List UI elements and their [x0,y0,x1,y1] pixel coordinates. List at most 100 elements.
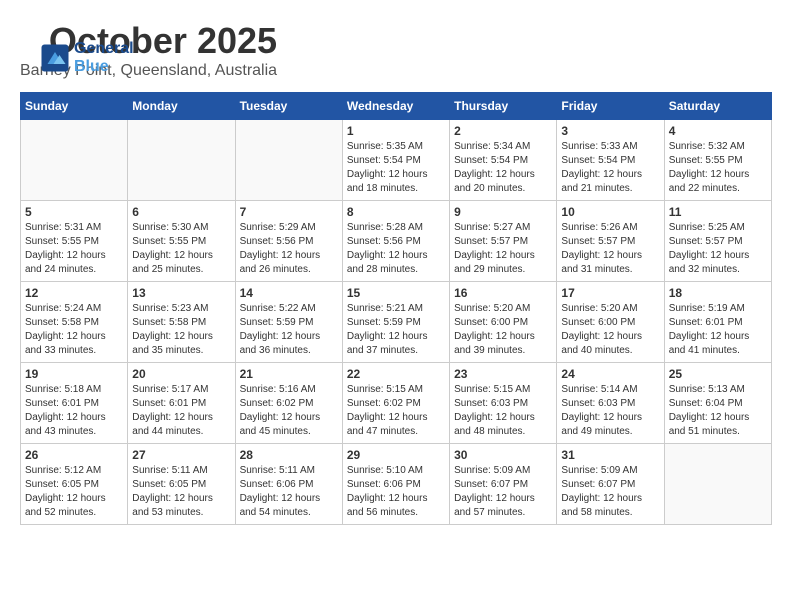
day-info: Sunrise: 5:26 AM Sunset: 5:57 PM Dayligh… [561,221,659,277]
day-info: Sunrise: 5:19 AM Sunset: 6:01 PM Dayligh… [669,302,767,358]
day-number: 25 [669,367,767,381]
calendar-cell: 9 Sunrise: 5:27 AM Sunset: 5:57 PM Daylig… [450,201,557,282]
day-info: Sunrise: 5:16 AM Sunset: 6:02 PM Dayligh… [240,383,338,439]
day-number: 14 [240,286,338,300]
day-number: 1 [347,124,445,138]
day-number: 30 [454,448,552,462]
logo: General Blue [40,40,134,76]
calendar-cell [664,444,771,525]
day-info: Sunrise: 5:18 AM Sunset: 6:01 PM Dayligh… [25,383,123,439]
calendar-cell: 1 Sunrise: 5:35 AM Sunset: 5:54 PM Daylig… [342,120,449,201]
day-info: Sunrise: 5:22 AM Sunset: 5:59 PM Dayligh… [240,302,338,358]
day-info: Sunrise: 5:35 AM Sunset: 5:54 PM Dayligh… [347,140,445,196]
day-number: 9 [454,205,552,219]
calendar-cell: 8 Sunrise: 5:28 AM Sunset: 5:56 PM Daylig… [342,201,449,282]
day-number: 6 [132,205,230,219]
calendar-cell: 18 Sunrise: 5:19 AM Sunset: 6:01 PM Dayli… [664,282,771,363]
day-info: Sunrise: 5:11 AM Sunset: 6:05 PM Dayligh… [132,464,230,520]
calendar-cell: 20 Sunrise: 5:17 AM Sunset: 6:01 PM Dayli… [128,363,235,444]
calendar-cell: 4 Sunrise: 5:32 AM Sunset: 5:55 PM Daylig… [664,120,771,201]
day-number: 27 [132,448,230,462]
calendar-cell: 10 Sunrise: 5:26 AM Sunset: 5:57 PM Dayli… [557,201,664,282]
day-info: Sunrise: 5:24 AM Sunset: 5:58 PM Dayligh… [25,302,123,358]
day-number: 16 [454,286,552,300]
calendar-cell: 28 Sunrise: 5:11 AM Sunset: 6:06 PM Dayli… [235,444,342,525]
day-info: Sunrise: 5:12 AM Sunset: 6:05 PM Dayligh… [25,464,123,520]
calendar-cell: 7Sunrise: 5:29 AM Sunset: 5:56 PM Daylig… [235,201,342,282]
calendar-cell: 15Sunrise: 5:21 AM Sunset: 5:59 PM Dayli… [342,282,449,363]
day-info: Sunrise: 5:23 AM Sunset: 5:58 PM Dayligh… [132,302,230,358]
calendar-cell: 5 Sunrise: 5:31 AM Sunset: 5:55 PM Daylig… [21,201,128,282]
calendar-cell: 27 Sunrise: 5:11 AM Sunset: 6:05 PM Dayli… [128,444,235,525]
day-number: 8 [347,205,445,219]
day-info: Sunrise: 5:17 AM Sunset: 6:01 PM Dayligh… [132,383,230,439]
weekday-header-monday: Monday [128,93,235,120]
calendar-cell: 3Sunrise: 5:33 AM Sunset: 5:54 PM Daylig… [557,120,664,201]
calendar-cell: 6Sunrise: 5:30 AM Sunset: 5:55 PM Daylig… [128,201,235,282]
day-info: Sunrise: 5:31 AM Sunset: 5:55 PM Dayligh… [25,221,123,277]
day-info: Sunrise: 5:14 AM Sunset: 6:03 PM Dayligh… [561,383,659,439]
calendar-cell: 17 Sunrise: 5:20 AM Sunset: 6:00 PM Dayli… [557,282,664,363]
calendar-cell: 2 Sunrise: 5:34 AM Sunset: 5:54 PM Daylig… [450,120,557,201]
day-info: Sunrise: 5:27 AM Sunset: 5:57 PM Dayligh… [454,221,552,277]
day-info: Sunrise: 5:11 AM Sunset: 6:06 PM Dayligh… [240,464,338,520]
calendar-cell: 25 Sunrise: 5:13 AM Sunset: 6:04 PM Dayli… [664,363,771,444]
day-info: Sunrise: 5:21 AM Sunset: 5:59 PM Dayligh… [347,302,445,358]
weekday-header-sunday: Sunday [21,93,128,120]
calendar-cell: 13 Sunrise: 5:23 AM Sunset: 5:58 PM Dayli… [128,282,235,363]
calendar-cell [21,120,128,201]
top-wrapper: General Blue October 2025 Barney Point, … [20,20,772,84]
calendar-week-1: 5 Sunrise: 5:31 AM Sunset: 5:55 PM Daylig… [21,201,772,282]
day-number: 23 [454,367,552,381]
calendar-cell: 22Sunrise: 5:15 AM Sunset: 6:02 PM Dayli… [342,363,449,444]
calendar-cell: 26 Sunrise: 5:12 AM Sunset: 6:05 PM Dayli… [21,444,128,525]
day-number: 24 [561,367,659,381]
calendar-cell: 12 Sunrise: 5:24 AM Sunset: 5:58 PM Dayli… [21,282,128,363]
day-info: Sunrise: 5:09 AM Sunset: 6:07 PM Dayligh… [561,464,659,520]
day-number: 19 [25,367,123,381]
calendar-week-2: 12 Sunrise: 5:24 AM Sunset: 5:58 PM Dayli… [21,282,772,363]
calendar: SundayMondayTuesdayWednesdayThursdayFrid… [20,92,772,525]
day-number: 13 [132,286,230,300]
calendar-cell: 24 Sunrise: 5:14 AM Sunset: 6:03 PM Dayli… [557,363,664,444]
day-number: 22 [347,367,445,381]
day-info: Sunrise: 5:13 AM Sunset: 6:04 PM Dayligh… [669,383,767,439]
day-number: 18 [669,286,767,300]
day-info: Sunrise: 5:28 AM Sunset: 5:56 PM Dayligh… [347,221,445,277]
calendar-cell: 11Sunrise: 5:25 AM Sunset: 5:57 PM Dayli… [664,201,771,282]
calendar-week-3: 19 Sunrise: 5:18 AM Sunset: 6:01 PM Dayli… [21,363,772,444]
day-number: 10 [561,205,659,219]
weekday-header-wednesday: Wednesday [342,93,449,120]
weekday-header-row: SundayMondayTuesdayWednesdayThursdayFrid… [21,93,772,120]
weekday-header-tuesday: Tuesday [235,93,342,120]
calendar-cell: 19 Sunrise: 5:18 AM Sunset: 6:01 PM Dayli… [21,363,128,444]
day-info: Sunrise: 5:15 AM Sunset: 6:03 PM Dayligh… [454,383,552,439]
day-number: 20 [132,367,230,381]
day-number: 4 [669,124,767,138]
calendar-cell: 30 Sunrise: 5:09 AM Sunset: 6:07 PM Dayli… [450,444,557,525]
calendar-cell [235,120,342,201]
day-number: 26 [25,448,123,462]
weekday-header-thursday: Thursday [450,93,557,120]
day-info: Sunrise: 5:20 AM Sunset: 6:00 PM Dayligh… [454,302,552,358]
day-number: 28 [240,448,338,462]
day-number: 2 [454,124,552,138]
calendar-cell: 21 Sunrise: 5:16 AM Sunset: 6:02 PM Dayli… [235,363,342,444]
day-number: 17 [561,286,659,300]
day-number: 5 [25,205,123,219]
day-info: Sunrise: 5:20 AM Sunset: 6:00 PM Dayligh… [561,302,659,358]
calendar-cell: 16 Sunrise: 5:20 AM Sunset: 6:00 PM Dayli… [450,282,557,363]
logo-text: General Blue [74,40,134,76]
day-number: 11 [669,205,767,219]
day-number: 21 [240,367,338,381]
day-info: Sunrise: 5:32 AM Sunset: 5:55 PM Dayligh… [669,140,767,196]
day-info: Sunrise: 5:34 AM Sunset: 5:54 PM Dayligh… [454,140,552,196]
calendar-week-0: 1 Sunrise: 5:35 AM Sunset: 5:54 PM Daylig… [21,120,772,201]
calendar-cell: 31Sunrise: 5:09 AM Sunset: 6:07 PM Dayli… [557,444,664,525]
calendar-cell: 29Sunrise: 5:10 AM Sunset: 6:06 PM Dayli… [342,444,449,525]
calendar-cell: 23 Sunrise: 5:15 AM Sunset: 6:03 PM Dayli… [450,363,557,444]
day-number: 12 [25,286,123,300]
day-info: Sunrise: 5:09 AM Sunset: 6:07 PM Dayligh… [454,464,552,520]
calendar-cell: 14 Sunrise: 5:22 AM Sunset: 5:59 PM Dayli… [235,282,342,363]
day-number: 7 [240,205,338,219]
